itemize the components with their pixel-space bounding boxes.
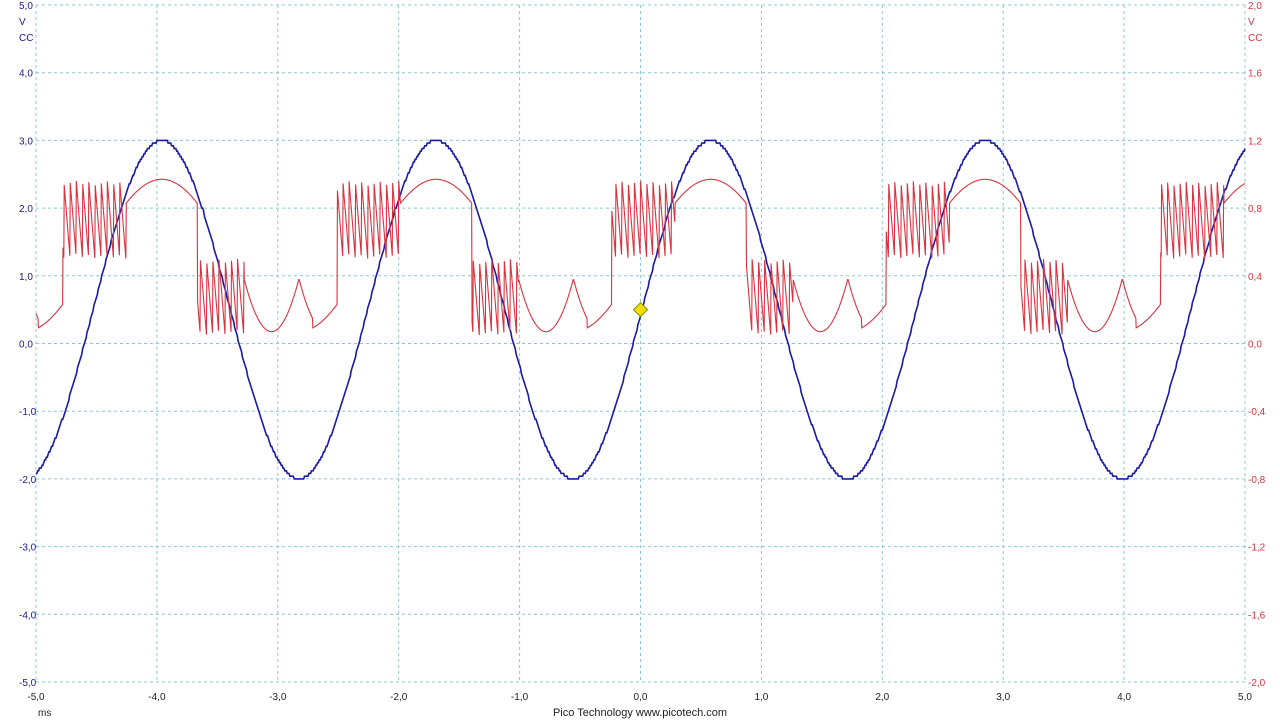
left-tick-label: 0,0 [19, 340, 33, 351]
left-unit-label: 5,0 [19, 1, 33, 12]
trigger-marker[interactable] [632, 301, 649, 318]
right-tick-label: -0,8 [1248, 475, 1266, 486]
right-tick-label: -0,4 [1248, 407, 1266, 418]
x-tick-label: -2,0 [390, 692, 408, 703]
left-tick-label: -1,0 [19, 407, 37, 418]
axis-ticks: 5,0 V CC 4,0 3,0 2,0 1,0 0,0 -1,0 -2,0 -3,0 -4,0 -5,… [19, 1, 1266, 719]
x-tick-label: 4,0 [1117, 692, 1131, 703]
right-unit-label: CC [1248, 33, 1262, 44]
x-tick-label: -5,0 [27, 692, 45, 703]
left-tick-label: 2,0 [19, 204, 33, 215]
right-tick-label: -1,6 [1248, 610, 1266, 621]
right-unit-label: V [1248, 17, 1255, 28]
right-tick-label: 1,6 [1248, 69, 1262, 80]
left-unit-label: V [19, 17, 26, 28]
right-tick-label: 0,8 [1248, 204, 1262, 215]
x-unit-label: ms [38, 708, 51, 719]
right-tick-label: 0,0 [1248, 340, 1262, 351]
right-tick-label: -2,0 [1248, 678, 1266, 689]
footer-brand: Pico Technology www.picotech.com [553, 707, 727, 719]
left-tick-label: -3,0 [19, 543, 37, 554]
x-tick-label: 0,0 [634, 692, 648, 703]
x-tick-label: 3,0 [996, 692, 1010, 703]
x-tick-label: 5,0 [1238, 692, 1252, 703]
left-tick-label: -5,0 [19, 678, 37, 689]
x-tick-label: -3,0 [269, 692, 287, 703]
left-tick-label: 3,0 [19, 136, 33, 147]
right-tick-label: 0,4 [1248, 272, 1262, 283]
right-unit-label: 2,0 [1248, 1, 1262, 12]
x-tick-label: 2,0 [875, 692, 889, 703]
left-tick-label: -2,0 [19, 475, 37, 486]
left-unit-label: CC [19, 33, 33, 44]
left-tick-label: 4,0 [19, 69, 33, 80]
oscilloscope-chart: 5,0 V CC 4,0 3,0 2,0 1,0 0,0 -1,0 -2,0 -3,0 -4,0 -5,… [19, 1, 1266, 719]
x-tick-label: -1,0 [511, 692, 529, 703]
right-tick-label: 1,2 [1248, 136, 1262, 147]
right-tick-label: -1,2 [1248, 543, 1266, 554]
left-tick-label: 1,0 [19, 272, 33, 283]
grid [35, 4, 1246, 683]
trigger-diamond-icon[interactable] [632, 301, 649, 318]
left-tick-label: -4,0 [19, 610, 37, 621]
x-tick-label: -4,0 [148, 692, 166, 703]
x-tick-label: 1,0 [754, 692, 768, 703]
